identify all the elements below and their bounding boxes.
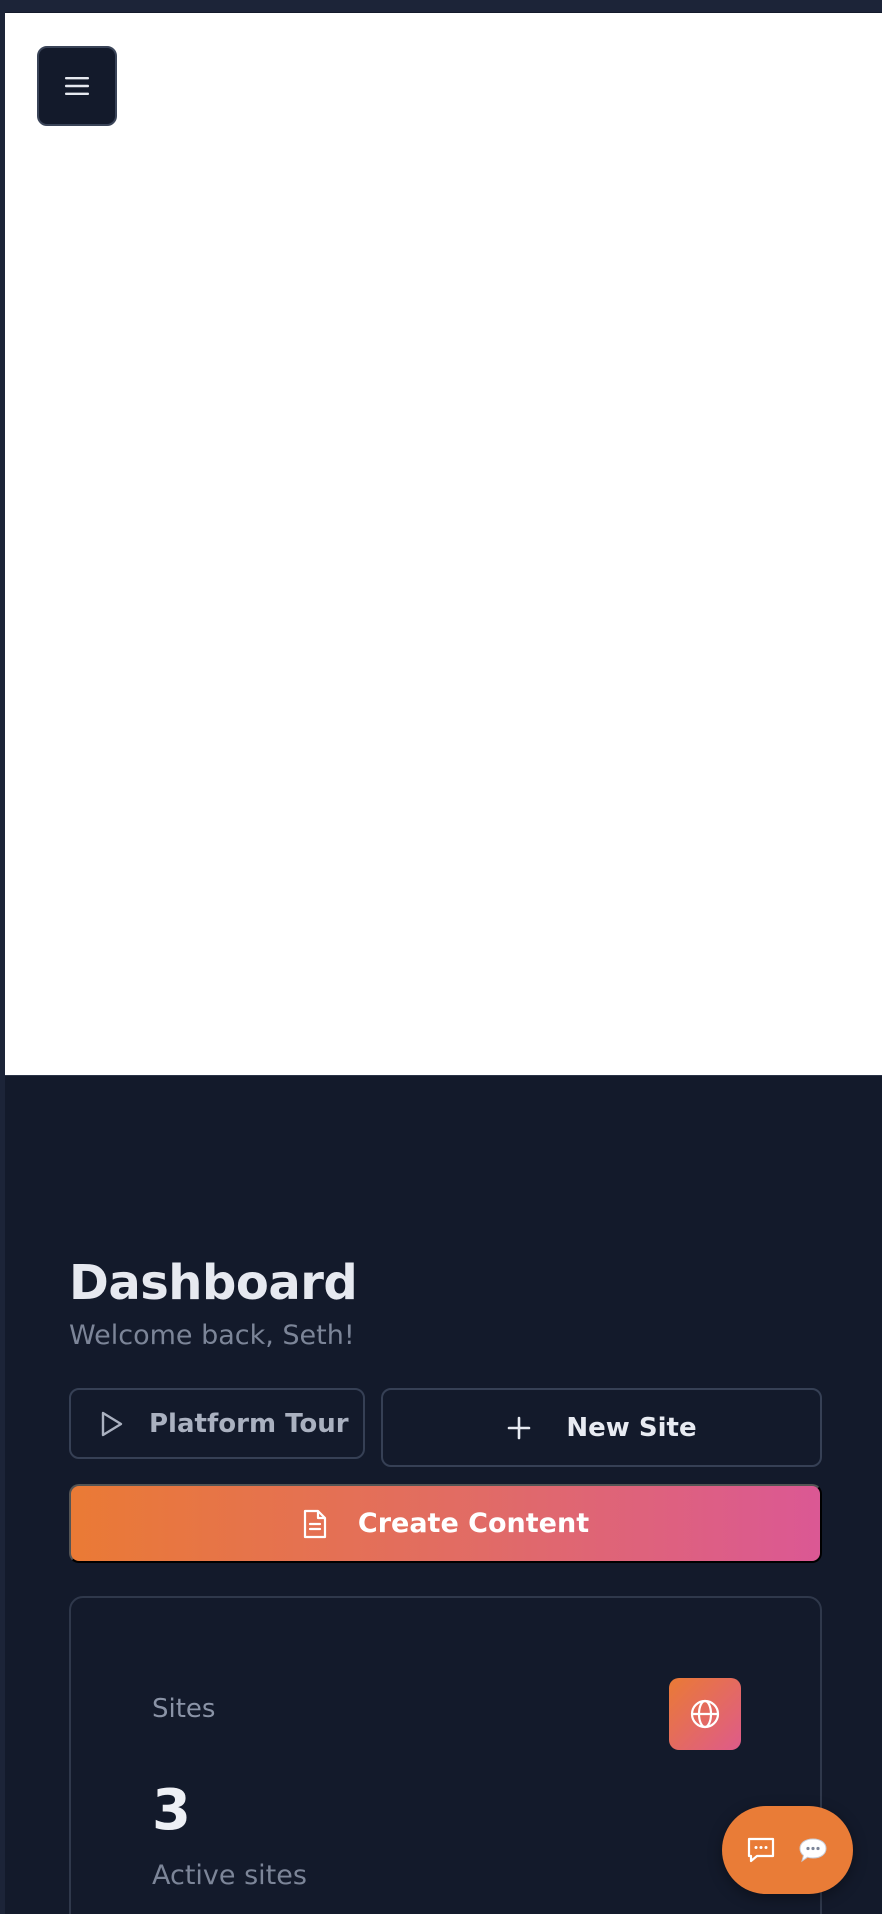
chat-widget-button[interactable] <box>722 1806 853 1894</box>
stat-value: 3 <box>152 1778 191 1843</box>
document-icon <box>302 1508 328 1540</box>
play-icon <box>99 1410 125 1438</box>
create-content-button[interactable]: Create Content <box>69 1484 822 1563</box>
plus-icon <box>506 1415 532 1441</box>
new-site-button[interactable]: New Site <box>381 1388 822 1467</box>
platform-tour-button[interactable]: Platform Tour <box>69 1388 365 1459</box>
create-content-label: Create Content <box>357 1508 590 1539</box>
message-square-icon <box>746 1835 776 1865</box>
page-title: Dashboard <box>69 1255 358 1311</box>
speech-bubble-icon <box>797 1835 829 1865</box>
stat-caption: Active sites <box>152 1860 307 1891</box>
menu-button[interactable] <box>37 46 117 126</box>
platform-tour-label: Platform Tour <box>149 1408 349 1439</box>
top-frame-strip <box>0 0 882 12</box>
globe-icon <box>669 1678 741 1750</box>
blank-content-panel <box>5 13 882 1076</box>
hamburger-icon <box>64 75 90 97</box>
app-root: Dashboard Welcome back, Seth! Platform T… <box>0 0 882 1914</box>
stat-label: Sites <box>152 1694 216 1724</box>
welcome-message: Welcome back, Seth! <box>69 1320 355 1351</box>
sites-stat-card: Sites 3 Active sites <box>69 1596 822 1914</box>
new-site-label: New Site <box>566 1412 697 1443</box>
